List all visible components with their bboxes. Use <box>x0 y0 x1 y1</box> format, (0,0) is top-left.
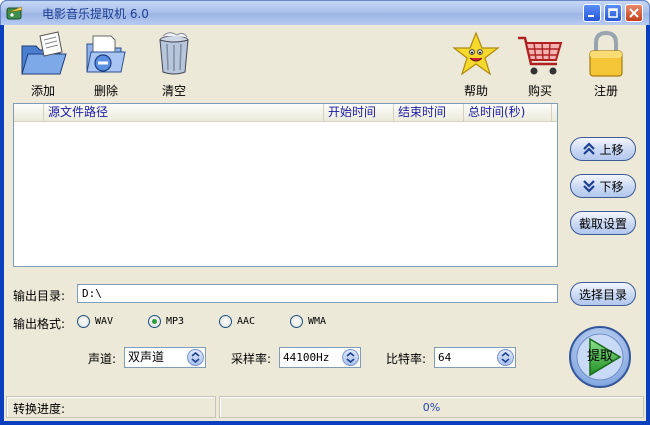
progress-label: 转换进度: <box>13 402 66 416</box>
app-window: 电影音乐提取机 6.0 添加 删除 清空 帮助 购买 注册 源文件路径 开始时间… <box>0 0 650 425</box>
extract-button[interactable]: 提取 <box>568 325 632 389</box>
choose-dir-label: 选择目录 <box>578 287 627 302</box>
channel-value: 双声道 <box>128 350 165 364</box>
column-header-index[interactable] <box>14 104 44 122</box>
dropdown-button[interactable] <box>342 349 359 366</box>
client-area: 添加 删除 清空 帮助 购买 注册 源文件路径 开始时间 结束时间 总时间(秒)… <box>4 25 646 421</box>
lock-icon <box>589 30 623 77</box>
column-header-source-path[interactable]: 源文件路径 <box>44 104 324 122</box>
bitrate-label: 比特率: <box>386 352 427 366</box>
maximize-button[interactable] <box>604 4 622 22</box>
close-button[interactable] <box>625 4 643 22</box>
progress-bar: 0% <box>219 396 644 418</box>
format-radio-wma[interactable]: WMA <box>290 315 326 328</box>
register-button[interactable]: 注册 <box>576 30 636 98</box>
star-help-icon <box>452 31 500 76</box>
delete-label: 删除 <box>93 84 118 98</box>
chevron-updown-icon <box>191 352 200 363</box>
format-radio-aac[interactable]: AAC <box>219 315 255 328</box>
move-up-button[interactable]: 上移 <box>570 137 636 161</box>
add-label: 添加 <box>30 84 55 98</box>
channel-label: 声道: <box>88 352 117 366</box>
buy-label: 购买 <box>527 84 552 98</box>
format-radio-wav[interactable]: WAV <box>77 315 113 328</box>
choose-dir-button[interactable]: 选择目录 <box>570 282 636 306</box>
samplerate-select[interactable]: 44100Hz <box>279 347 361 368</box>
double-chevron-down-icon <box>583 180 596 193</box>
help-button[interactable]: 帮助 <box>446 30 506 98</box>
format-label-aac: AAC <box>237 316 256 327</box>
move-down-button[interactable]: 下移 <box>570 174 636 198</box>
clear-button[interactable]: 清空 <box>144 30 204 98</box>
dropdown-button[interactable] <box>187 349 204 366</box>
column-header-end-time[interactable]: 结束时间 <box>394 104 464 122</box>
double-chevron-up-icon <box>583 142 596 155</box>
minimize-icon <box>588 15 594 17</box>
bitrate-select[interactable]: 64 <box>434 347 516 368</box>
trim-settings-button[interactable]: 截取设置 <box>570 211 636 235</box>
move-down-label: 下移 <box>599 179 624 194</box>
format-label-wma: WMA <box>308 316 327 327</box>
extract-label: 提取 <box>586 349 613 364</box>
progress-value: 0% <box>422 401 441 414</box>
recycle-bin-icon <box>159 32 189 75</box>
column-header-total-time[interactable]: 总时间(秒) <box>464 104 552 122</box>
move-up-label: 上移 <box>599 142 624 157</box>
dropdown-button[interactable] <box>497 349 514 366</box>
channel-select[interactable]: 双声道 <box>124 347 206 368</box>
minimize-button[interactable] <box>583 4 601 22</box>
chevron-updown-icon <box>346 352 355 363</box>
output-dir-label: 输出目录: <box>13 289 66 303</box>
register-label: 注册 <box>593 84 618 98</box>
delete-button[interactable]: 删除 <box>76 30 136 98</box>
status-progress-label-pane: 转换进度: <box>6 396 216 418</box>
column-header-start-time[interactable]: 开始时间 <box>324 104 394 122</box>
radio-button-selected[interactable] <box>148 315 161 328</box>
shopping-cart-icon <box>518 36 563 75</box>
title-bar[interactable]: 电影音乐提取机 6.0 <box>0 0 650 25</box>
folder-delete-icon <box>86 35 126 73</box>
maximize-icon <box>608 8 618 18</box>
bitrate-value: 64 <box>438 351 452 364</box>
close-icon <box>629 8 639 18</box>
clear-label: 清空 <box>161 84 186 98</box>
trim-settings-label: 截取设置 <box>578 216 627 231</box>
radio-button[interactable] <box>219 315 232 328</box>
file-list[interactable]: 源文件路径 开始时间 结束时间 总时间(秒) <box>13 103 558 267</box>
chevron-updown-icon <box>501 352 510 363</box>
help-label: 帮助 <box>463 84 488 98</box>
add-button[interactable]: 添加 <box>13 30 73 98</box>
samplerate-label: 采样率: <box>231 352 272 366</box>
radio-button[interactable] <box>290 315 303 328</box>
format-label-wav: WAV <box>95 316 114 327</box>
file-list-header: 源文件路径 开始时间 结束时间 总时间(秒) <box>14 104 557 122</box>
radio-button[interactable] <box>77 315 90 328</box>
output-format-label: 输出格式: <box>13 317 66 331</box>
open-folder-icon <box>21 31 67 75</box>
output-dir-field[interactable]: D:\ <box>77 284 558 303</box>
buy-button[interactable]: 购买 <box>510 30 570 98</box>
format-radio-mp3[interactable]: MP3 <box>148 315 184 328</box>
app-icon <box>6 6 23 20</box>
format-label-mp3: MP3 <box>166 316 185 327</box>
window-title: 电影音乐提取机 6.0 <box>42 7 149 21</box>
samplerate-value: 44100Hz <box>283 351 330 364</box>
